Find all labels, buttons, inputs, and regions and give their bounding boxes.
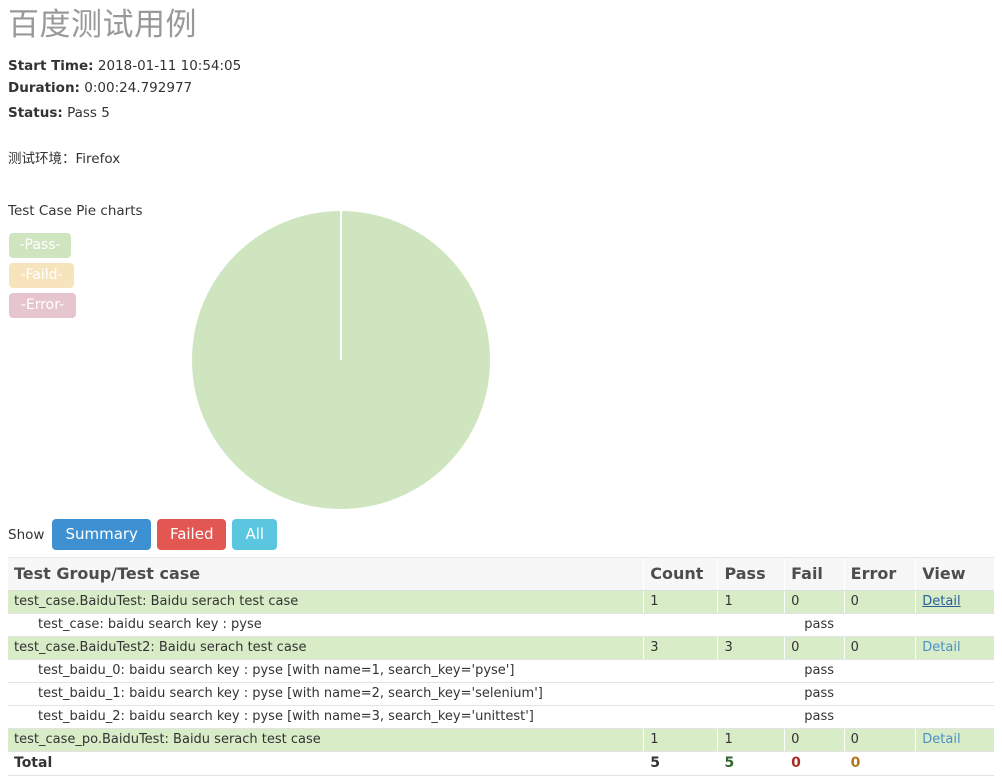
- pie-chart-svg: [192, 211, 490, 509]
- status-label: Status:: [8, 105, 63, 121]
- total-view: [915, 751, 994, 776]
- legend-item-pass[interactable]: -Pass-: [9, 233, 71, 258]
- group-error: 0: [843, 590, 916, 614]
- table-header-row: Test Group/Test case Count Pass Fail Err…: [8, 557, 994, 591]
- group-view: Detail: [915, 590, 994, 614]
- group-count: 3: [643, 636, 718, 660]
- pie-legend: -Pass- -Faild- -Error-: [9, 233, 99, 323]
- show-label: Show: [8, 526, 45, 543]
- detail-link[interactable]: Detail: [922, 732, 960, 747]
- legend-item-error[interactable]: -Error-: [9, 293, 76, 318]
- duration-value: 0:00:24.792977: [84, 80, 193, 96]
- table-row[interactable]: test_case_po.BaiduTest: Baidu serach tes…: [8, 728, 994, 752]
- table-row[interactable]: test_baidu_2: baidu search key : pyse [w…: [8, 705, 994, 729]
- status-value: Pass 5: [67, 105, 110, 121]
- table-row[interactable]: test_baidu_0: baidu search key : pyse [w…: [8, 659, 994, 683]
- group-pass: 3: [717, 636, 785, 660]
- total-error: 0: [843, 751, 916, 776]
- page-title: 百度测试用例: [8, 7, 197, 43]
- case-status: pass: [643, 659, 994, 683]
- results-table-body: test_case.BaiduTest: Baidu serach test c…: [8, 590, 994, 776]
- start-time-line: Start Time: 2018-01-11 10:54:05: [8, 58, 241, 74]
- header-view[interactable]: View: [915, 557, 994, 591]
- group-name: test_case.BaiduTest2: Baidu serach test …: [8, 636, 644, 660]
- table-row[interactable]: test_case.BaiduTest: Baidu serach test c…: [8, 590, 994, 614]
- total-fail: 0: [784, 751, 845, 776]
- results-table-header: Test Group/Test case Count Pass Fail Err…: [8, 557, 994, 591]
- start-time-label: Start Time:: [8, 58, 94, 74]
- case-name: test_baidu_0: baidu search key : pyse [w…: [8, 659, 644, 683]
- test-case-pie-chart: [191, 210, 491, 510]
- header-count[interactable]: Count: [643, 557, 718, 591]
- pie-section-title: Test Case Pie charts: [8, 203, 143, 219]
- group-name: test_case_po.BaiduTest: Baidu serach tes…: [8, 728, 644, 752]
- group-name: test_case.BaiduTest: Baidu serach test c…: [8, 590, 644, 614]
- group-pass: 1: [717, 728, 785, 752]
- filter-failed-button[interactable]: Failed: [156, 519, 227, 550]
- report-page: 百度测试用例 Start Time: 2018-01-11 10:54:05 D…: [0, 0, 1002, 776]
- total-label: Total: [8, 751, 644, 776]
- case-status: pass: [643, 613, 994, 637]
- duration-label: Duration:: [8, 80, 80, 96]
- header-pass[interactable]: Pass: [717, 557, 785, 591]
- group-error: 0: [843, 636, 916, 660]
- table-row[interactable]: test_baidu_1: baidu search key : pyse [w…: [8, 682, 994, 706]
- status-line: Status: Pass 5: [8, 105, 110, 121]
- case-name: test_case: baidu search key : pyse: [8, 613, 644, 637]
- table-row[interactable]: test_case.BaiduTest2: Baidu serach test …: [8, 636, 994, 660]
- environment-line: 测试环境：Firefox: [8, 151, 121, 167]
- detail-link[interactable]: Detail: [922, 594, 960, 609]
- case-name: test_baidu_1: baidu search key : pyse [w…: [8, 682, 644, 706]
- group-count: 1: [643, 590, 718, 614]
- legend-item-faild[interactable]: -Faild-: [9, 263, 74, 288]
- header-error[interactable]: Error: [843, 557, 916, 591]
- results-table: Test Group/Test case Count Pass Fail Err…: [8, 557, 994, 776]
- duration-line: Duration: 0:00:24.792977: [8, 80, 192, 96]
- start-time-value: 2018-01-11 10:54:05: [97, 58, 242, 74]
- total-row: Total 5 5 0 0: [8, 751, 994, 776]
- group-view: Detail: [915, 636, 994, 660]
- group-fail: 0: [784, 636, 845, 660]
- detail-link[interactable]: Detail: [922, 640, 960, 655]
- group-pass: 1: [717, 590, 785, 614]
- total-pass: 5: [717, 751, 785, 776]
- group-view: Detail: [915, 728, 994, 752]
- table-row[interactable]: test_case: baidu search key : pyse pass: [8, 613, 994, 637]
- total-count: 5: [643, 751, 718, 776]
- header-fail[interactable]: Fail: [784, 557, 845, 591]
- case-status: pass: [643, 682, 994, 706]
- filter-summary-button[interactable]: Summary: [52, 519, 151, 550]
- header-test-group[interactable]: Test Group/Test case: [8, 557, 644, 591]
- case-status: pass: [643, 705, 994, 729]
- show-filter-bar: Show Summary Failed All: [8, 519, 278, 550]
- group-count: 1: [643, 728, 718, 752]
- group-error: 0: [843, 728, 916, 752]
- group-fail: 0: [784, 590, 845, 614]
- case-name: test_baidu_2: baidu search key : pyse [w…: [8, 705, 644, 729]
- filter-all-button[interactable]: All: [232, 519, 278, 550]
- group-fail: 0: [784, 728, 845, 752]
